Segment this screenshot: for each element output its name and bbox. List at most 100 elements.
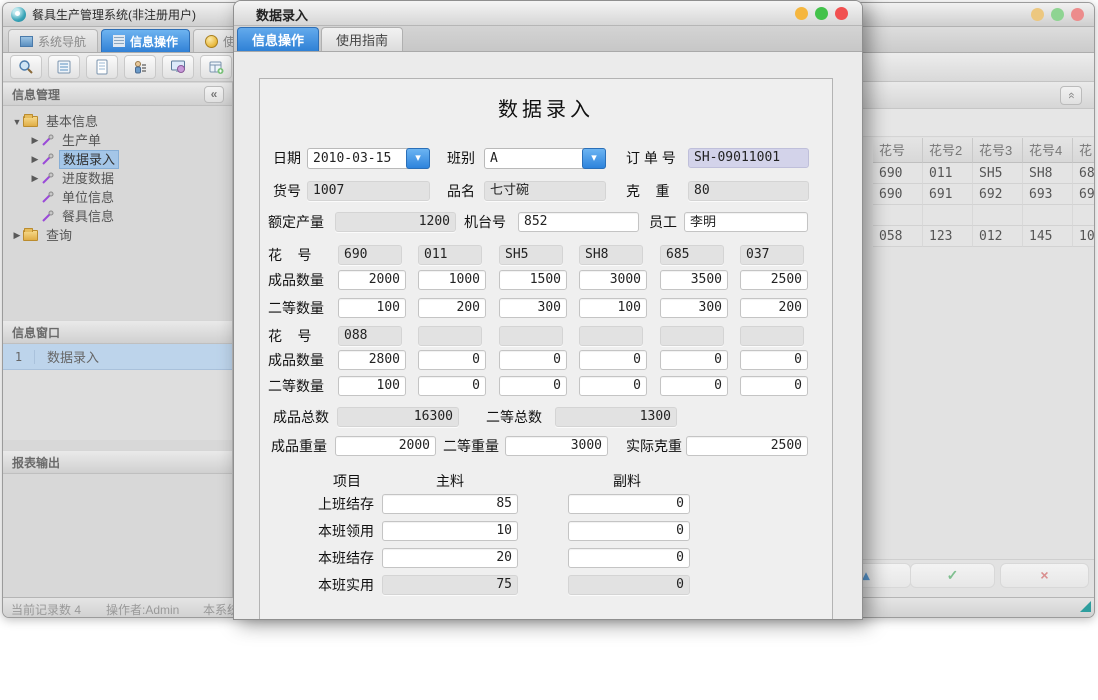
finished-qty-input[interactable]: 2500 <box>740 270 808 290</box>
table-add-icon <box>208 59 224 75</box>
close-button[interactable] <box>1071 8 1084 21</box>
tree-item-basic-info[interactable]: ▼ 基本信息 <box>3 112 232 131</box>
minimize-button[interactable] <box>795 7 808 20</box>
column-header[interactable]: 花号4 <box>1023 138 1073 163</box>
column-header[interactable]: 花 <box>1073 138 1094 163</box>
second-weight-input[interactable]: 3000 <box>505 436 608 456</box>
document-button[interactable] <box>86 55 118 79</box>
tree-item-production-order[interactable]: ▶ 生产单 <box>3 131 232 150</box>
dialog-tab-info-operation[interactable]: 信息操作 <box>237 27 319 51</box>
finished-qty-input[interactable]: 2000 <box>338 270 406 290</box>
cancel-button[interactable]: × <box>1000 563 1089 588</box>
tab-info-operation[interactable]: 信息操作 <box>101 29 190 52</box>
actual-gram-label: 实际克重 <box>626 436 682 457</box>
product-name-field: 七寸碗 <box>484 181 606 201</box>
tree-item-query[interactable]: ▶ 查询 <box>3 226 232 245</box>
pattern-field: SH5 <box>499 245 563 265</box>
finished-qty-input[interactable]: 2800 <box>338 350 406 370</box>
second-qty-input[interactable]: 100 <box>579 298 647 318</box>
finished-qty-input[interactable]: 0 <box>418 350 486 370</box>
table-row[interactable]: 058 123 012 145 10 <box>873 226 1094 247</box>
search-icon <box>18 59 34 75</box>
table-add-button[interactable] <box>200 55 232 79</box>
finished-qty-input[interactable]: 3500 <box>660 270 728 290</box>
table-row[interactable]: 690 011 SH5 SH8 68 <box>873 163 1094 184</box>
date-combobox[interactable]: 2010-03-15 ▾ <box>307 148 430 169</box>
info-window-row[interactable]: 1 数据录入 <box>3 344 232 370</box>
expand-arrow-icon[interactable]: ▶ <box>29 173 41 184</box>
dialog-tab-guide[interactable]: 使用指南 <box>321 27 403 51</box>
chevron-down-icon[interactable]: ▾ <box>406 148 430 169</box>
tab-system-nav[interactable]: 系统导航 <box>8 29 98 52</box>
search-button[interactable] <box>10 55 42 79</box>
second-qty-input[interactable]: 300 <box>499 298 567 318</box>
second-qty-input[interactable]: 100 <box>338 376 406 396</box>
second-qty-input[interactable]: 200 <box>740 298 808 318</box>
second-qty-input[interactable]: 0 <box>660 376 728 396</box>
expand-arrow-icon[interactable]: ▶ <box>29 154 41 165</box>
main-material-input[interactable]: 20 <box>382 548 518 568</box>
second-qty-input[interactable]: 300 <box>660 298 728 318</box>
main-material-input[interactable]: 85 <box>382 494 518 514</box>
order-no-field[interactable]: SH-09011001 <box>688 148 809 168</box>
minimize-button[interactable] <box>1031 8 1044 21</box>
expand-arrow-icon[interactable]: ▶ <box>11 230 23 241</box>
second-qty-input[interactable]: 0 <box>418 376 486 396</box>
confirm-button[interactable]: ✓ <box>910 563 995 588</box>
cell <box>973 205 1023 226</box>
second-qty-input[interactable]: 100 <box>338 298 406 318</box>
machine-no-input[interactable]: 852 <box>518 212 639 232</box>
aux-material-input[interactable]: 0 <box>568 521 690 541</box>
aux-material-input[interactable]: 0 <box>568 548 690 568</box>
column-header[interactable]: 花号3 <box>973 138 1023 163</box>
list-button[interactable] <box>48 55 80 79</box>
pattern-field <box>499 326 563 346</box>
second-qty-input[interactable]: 0 <box>579 376 647 396</box>
second-qty-input[interactable]: 0 <box>499 376 567 396</box>
finished-qty-input[interactable]: 3000 <box>579 270 647 290</box>
table-row[interactable]: 690 691 692 693 69 <box>873 184 1094 205</box>
panel-collapse-button[interactable]: « <box>1060 86 1082 105</box>
chevron-down-icon[interactable]: ▾ <box>582 148 606 169</box>
monitor-button[interactable] <box>162 55 194 79</box>
item-no-field: 1007 <box>307 181 430 201</box>
employee-input[interactable]: 李明 <box>684 212 808 232</box>
tree-item-tableware-info[interactable]: 餐具信息 <box>3 207 232 226</box>
zoom-button[interactable] <box>1051 8 1064 21</box>
tree-item-label: 基本信息 <box>43 113 101 130</box>
sidebar-collapse-button[interactable]: « <box>204 86 224 103</box>
actual-gram-input[interactable]: 2500 <box>686 436 808 456</box>
tree-item-unit-info[interactable]: 单位信息 <box>3 188 232 207</box>
tree-item-label: 数据录入 <box>59 150 119 169</box>
product-name-label: 品名 <box>447 181 475 202</box>
column-header[interactable]: 花号 <box>873 138 923 163</box>
finished-qty-input[interactable]: 0 <box>499 350 567 370</box>
second-qty-input[interactable]: 0 <box>740 376 808 396</box>
shift-combobox[interactable]: A ▾ <box>484 148 606 169</box>
expand-arrow-icon[interactable]: ▼ <box>11 117 23 127</box>
table-row[interactable] <box>873 205 1094 226</box>
finished-qty-input[interactable]: 0 <box>660 350 728 370</box>
tree-item-label: 进度数据 <box>59 170 117 187</box>
aux-material-input[interactable]: 0 <box>568 494 690 514</box>
main-material-input[interactable]: 10 <box>382 521 518 541</box>
finished-qty-input[interactable]: 0 <box>740 350 808 370</box>
second-qty-label: 二等数量 <box>268 376 324 397</box>
finished-weight-input[interactable]: 2000 <box>335 436 436 456</box>
expand-arrow-icon[interactable]: ▶ <box>29 135 41 146</box>
finished-qty-input[interactable]: 0 <box>579 350 647 370</box>
tree-item-data-entry[interactable]: ▶ 数据录入 <box>3 150 232 169</box>
finished-qty-input[interactable]: 1500 <box>499 270 567 290</box>
cell: 145 <box>1023 226 1073 247</box>
column-header[interactable]: 花号2 <box>923 138 973 163</box>
zoom-button[interactable] <box>815 7 828 20</box>
pattern-field: SH8 <box>579 245 643 265</box>
close-button[interactable] <box>835 7 848 20</box>
resize-grip[interactable] <box>1080 601 1091 612</box>
operator: 操作者:Admin <box>106 601 179 618</box>
user-settings-button[interactable] <box>124 55 156 79</box>
second-qty-input[interactable]: 200 <box>418 298 486 318</box>
tree-item-progress-data[interactable]: ▶ 进度数据 <box>3 169 232 188</box>
finished-qty-input[interactable]: 1000 <box>418 270 486 290</box>
info-window-title: 信息窗口 <box>12 324 60 341</box>
